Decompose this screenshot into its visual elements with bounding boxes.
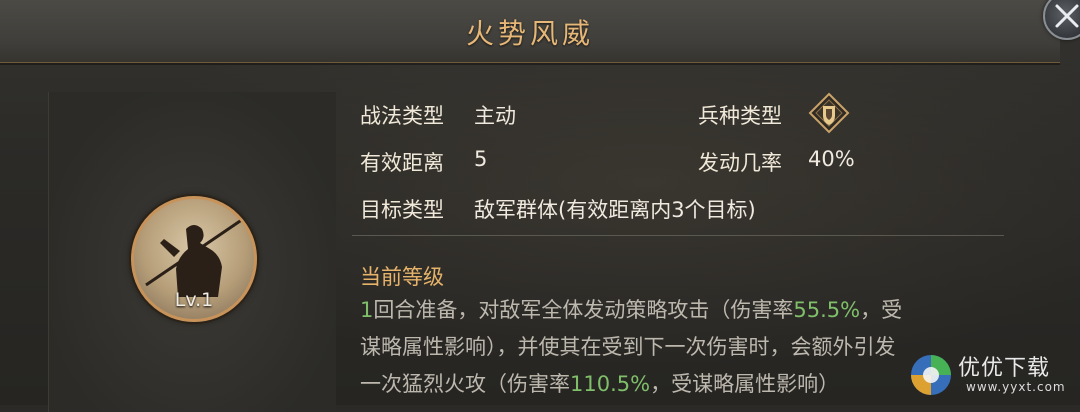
description-text: ，受 [860, 298, 903, 322]
site-watermark: 优优下载 www.yyxt.com [906, 348, 1080, 405]
damage-rate-value: 55.5% [793, 298, 861, 322]
page-title: 火势风威 [465, 17, 594, 50]
troop-type-label: 兵种类型 [698, 104, 782, 128]
target-type-value: 敌军群体(有效距离内3个目标) [474, 198, 756, 222]
watermark-text: 优优下载 [958, 356, 1051, 381]
troop-type-icon [808, 92, 850, 134]
skill-detail-panel: 火势风威 Lv.1 战法类型 主动 有效距离 5 目标类型 敌军群体(有效距离内… [0, 0, 1080, 412]
panel-header: 火势风威 [0, 0, 1060, 63]
skill-type-value: 主动 [474, 104, 516, 128]
fire-damage-rate-value: 110.5% [570, 372, 651, 396]
effective-range-value: 5 [474, 147, 488, 171]
current-level-heading: 当前等级 [360, 265, 444, 289]
close-icon [1055, 4, 1079, 28]
skill-portrait: Lv.1 [131, 196, 257, 322]
description-text: 回合准备，对敌军全体发动策略攻击（伤害率 [373, 298, 794, 322]
skill-type-label: 战法类型 [360, 104, 444, 128]
target-type-label: 目标类型 [360, 198, 444, 222]
effective-range-label: 有效距离 [360, 151, 444, 175]
description-line-1: 1回合准备，对敌军全体发动策略攻击（伤害率55.5%，受 [360, 292, 1020, 329]
watermark-logo-icon [911, 355, 951, 395]
description-text: 一次猛烈火攻（伤害率 [360, 372, 570, 396]
trigger-rate-label: 发动几率 [698, 151, 782, 175]
description-text: ，受谋略属性影响） [650, 372, 840, 396]
trigger-rate-value: 40% [808, 147, 855, 171]
section-divider [352, 235, 1004, 236]
skill-level: Lv.1 [174, 289, 214, 311]
watermark-url: www.yyxt.com [966, 380, 1066, 394]
description-rounds: 1 [360, 298, 374, 322]
